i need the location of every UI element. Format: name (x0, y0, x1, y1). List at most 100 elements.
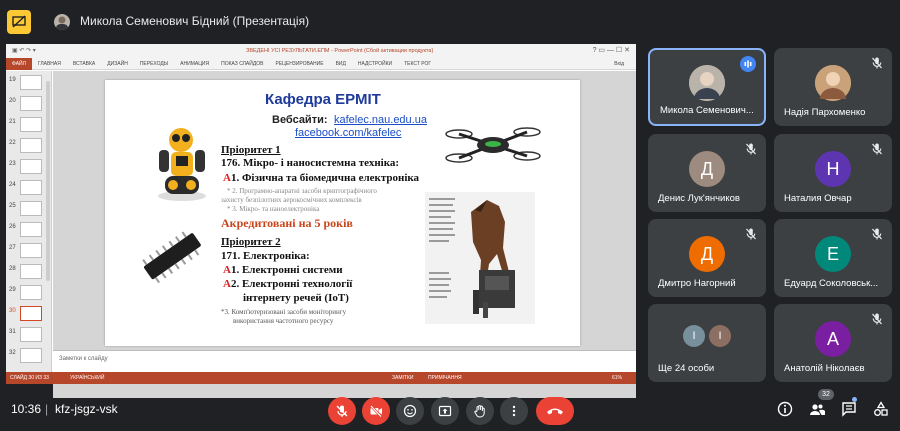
activities-button[interactable] (872, 400, 890, 418)
status-zoom[interactable]: 61% (612, 372, 622, 384)
meet-window: Микола Семенович Бідний (Презентація) ▣ … (0, 0, 900, 431)
slide-thumbnail[interactable]: 25 (6, 199, 52, 219)
camera-off-button[interactable] (362, 397, 390, 425)
raise-hand-button[interactable] (466, 397, 494, 425)
participant-avatar: Д (689, 236, 725, 272)
website-link-1[interactable]: kafelec.nau.edu.ua (334, 114, 427, 126)
people-button[interactable] (808, 400, 826, 418)
slide-thumbnail-number: 22 (9, 140, 16, 146)
reactions-button[interactable] (396, 397, 424, 425)
participant-name: Едуард Соколовськ... (784, 278, 879, 289)
status-language: УКРАЇНСЬКИЙ (70, 375, 105, 381)
chat-notification-dot (852, 397, 857, 402)
tab-animation[interactable]: АНИМАЦИЯ (180, 61, 209, 67)
mic-muted-icon (870, 56, 884, 70)
participant-tile[interactable]: Микола Семенович... (648, 48, 766, 126)
status-slide-count: СЛАЙД 30 ИЗ 33 (10, 375, 49, 381)
window-controls: ? ▭ — ☐ ✕ (592, 47, 630, 54)
chat-button[interactable] (840, 400, 858, 418)
b2-text-1: 2. Електронні технології (230, 278, 353, 290)
slide-thumbnail[interactable]: 29 (6, 283, 52, 303)
tab-text[interactable]: ТЕКСТ РОГ (404, 61, 431, 67)
participant-name: Дмитро Нагорний (658, 278, 736, 289)
slide-thumbnail[interactable]: 22 (6, 136, 52, 156)
participant-tile[interactable]: Надія Пархоменко (774, 48, 892, 126)
slide-thumbnail[interactable]: 24 (6, 178, 52, 198)
tab-design[interactable]: ДИЗАЙН (107, 61, 128, 67)
slide-thumbnail-preview (20, 306, 42, 321)
slide-thumbnail-preview (20, 243, 42, 258)
participant-tile[interactable]: Д Денис Лук'янчиков (648, 134, 766, 212)
quick-access-icons: ▣ ↶ ↷ ▾ (12, 48, 36, 54)
slide-thumbnail[interactable]: 27 (6, 241, 52, 261)
participant-count-badge: 32 (818, 389, 834, 400)
slide-thumbnail[interactable]: 30 (6, 304, 52, 324)
slide-thumbnail-number: 30 (9, 308, 16, 314)
participant-avatar: Е (815, 236, 851, 272)
participant-avatar (815, 65, 851, 101)
status-comments-button[interactable]: ПРИМІЧАННЯ (428, 372, 462, 384)
overflow-avatar: І (709, 325, 731, 347)
b2-marker: А (223, 278, 231, 290)
slide-thumbnail[interactable]: 19 (6, 73, 52, 93)
slide-thumbnail[interactable]: 23 (6, 157, 52, 177)
mic-off-button[interactable] (328, 397, 356, 425)
spec-171-a2-line2: інтернету речей (IoT) (243, 292, 349, 304)
slide-thumbnail[interactable]: 21 (6, 115, 52, 135)
websites-label: Вебсайти: (272, 114, 328, 126)
presentation-icon[interactable] (7, 10, 31, 34)
tab-view[interactable]: ВИД (336, 61, 346, 67)
separator: | (45, 402, 49, 416)
present-button[interactable] (431, 397, 459, 425)
spec-171: 171. Електроніка: (221, 250, 310, 262)
status-notes-button[interactable]: ЗАМІТКИ (392, 372, 413, 384)
participant-tile[interactable]: І І Ще 24 особи (648, 304, 766, 382)
participant-tile[interactable]: Д Дмитро Нагорний (648, 219, 766, 297)
top-bar: Микола Семенович Бідний (Презентація) (0, 0, 900, 44)
presenter-avatar (54, 14, 70, 30)
slide-thumbnail[interactable]: 20 (6, 94, 52, 114)
more-options-button[interactable] (500, 397, 528, 425)
tab-insert[interactable]: ВСТАВКА (73, 61, 95, 67)
document-title: ЗВЕДЕНІ УСІ РЕЗУЛЬТАТИ.ЕПМ - PowerPoint … (246, 48, 434, 54)
a1-text: 1. Фізична та біомедична електроніка (230, 172, 420, 184)
spec-171-a2: А2. Електронні технології (223, 278, 352, 290)
participant-tile[interactable]: Е Едуард Соколовськ... (774, 219, 892, 297)
comp-line-1: *3. Комп'ютеризовані засоби моніторингу (221, 308, 347, 316)
slide-thumbnail[interactable]: 26 (6, 220, 52, 240)
ribbon-tabs: ФАЙЛ ГЛАВНАЯ ВСТАВКА ДИЗАЙН ПЕРЕХОДЫ АНИ… (6, 57, 636, 70)
priority-2: Пріоритет 2 (221, 236, 281, 248)
tab-transitions[interactable]: ПЕРЕХОДЫ (140, 61, 168, 67)
spec-176-a1: А1. Фізична та біомедична електроніка (223, 172, 419, 184)
bottom-bar: 10:36 | kfz-jsgz-vsk (0, 388, 900, 431)
tab-home[interactable]: ГЛАВНАЯ (38, 61, 61, 67)
slide-thumbnail[interactable]: 32 (6, 346, 52, 366)
camera-off-icon (370, 405, 382, 418)
slide-thumbnail-preview (20, 96, 42, 111)
sign-in-link[interactable]: Вхід (614, 61, 624, 67)
presenter-title: Микола Семенович Бідний (Презентація) (80, 14, 310, 28)
tab-file[interactable]: ФАЙЛ (6, 57, 32, 70)
slide-thumbnail-number: 27 (9, 245, 16, 251)
robot-image (158, 128, 206, 201)
chat-icon (842, 402, 856, 417)
leave-call-button[interactable] (536, 397, 574, 425)
tab-review[interactable]: РЕЦЕНЗИРОВАНИЕ (275, 61, 323, 67)
participant-name: Надія Пархоменко (784, 107, 866, 118)
prog-line-2: захисту безпілотних аерокосмічних компле… (221, 196, 362, 204)
website-link-2[interactable]: facebook.com/kafelec (295, 127, 401, 139)
participant-tile[interactable]: Н Наталия Овчар (774, 134, 892, 212)
slide-thumbnail-preview (20, 180, 42, 195)
slide-thumbnail-preview (20, 159, 42, 174)
slide-thumbnails: 19 20 21 22 23 24 25 26 27 28 29 30 31 32 (6, 71, 52, 372)
slide-thumbnail[interactable]: 28 (6, 262, 52, 282)
slide-thumbnail-preview (20, 327, 42, 342)
meeting-info-button[interactable] (776, 400, 794, 418)
tab-addins[interactable]: НАДСТРОЙКИ (358, 61, 392, 67)
participant-name: Анатолій Ніколаєв (784, 363, 865, 374)
participant-tile[interactable]: А Анатолій Ніколаєв (774, 304, 892, 382)
accredited-text: Акредитовані на 5 років (221, 216, 353, 230)
slide-thumbnail[interactable]: 31 (6, 325, 52, 345)
notes-pane[interactable]: Заметки к слайду (53, 350, 636, 372)
tab-slideshow[interactable]: ПОКАЗ СЛАЙДОВ (221, 61, 263, 67)
